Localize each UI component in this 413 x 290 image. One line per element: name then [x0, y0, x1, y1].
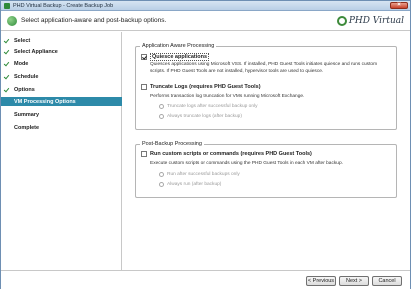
logo-mark-icon	[336, 16, 347, 26]
group-legend: Application Aware Processing	[140, 43, 217, 49]
checkbox-icon[interactable]	[141, 151, 147, 157]
checkmark-icon	[4, 49, 10, 55]
always-truncate-radio[interactable]: Always truncate logs (after backup)	[159, 114, 242, 119]
wizard-header: Select application-aware and post-backup…	[1, 12, 410, 31]
truncate-logs-checkbox[interactable]: Truncate Logs (requires PHD Guest Tools)	[141, 84, 261, 90]
post-backup-group: Post-Backup Processing Run custom script…	[135, 141, 397, 198]
radio-label: Truncate logs after successful backup on…	[167, 104, 258, 109]
close-button[interactable]: ×	[390, 2, 408, 9]
step-complete[interactable]: Complete	[1, 123, 122, 132]
checkmark-icon	[4, 74, 10, 80]
step-select-appliance[interactable]: Select Appliance	[1, 47, 122, 56]
radio-label: Always run (after backup)	[167, 182, 222, 187]
step-schedule[interactable]: Schedule	[1, 72, 122, 81]
radio-icon[interactable]	[159, 104, 164, 109]
truncate-after-success-radio[interactable]: Truncate logs after successful backup on…	[159, 104, 257, 109]
checkmark-icon	[4, 38, 10, 44]
checkbox-label: Run custom scripts or commands (requires…	[150, 151, 312, 157]
step-label: Select Appliance	[14, 48, 58, 55]
step-select[interactable]: Select	[1, 36, 122, 45]
quiesce-description: Quiesces applications using Microsoft VS…	[150, 62, 378, 74]
phd-virtual-logo: PHD Virtual	[336, 15, 404, 27]
step-label: Mode	[14, 60, 29, 67]
checkmark-icon	[4, 87, 10, 93]
step-label: Complete	[14, 124, 40, 131]
step-vm-processing-options[interactable]: VM Processing Options	[1, 97, 122, 106]
next-button[interactable]: Next >	[339, 276, 369, 286]
step-label: Summary	[14, 111, 40, 118]
wizard-window: PHD Virtual Backup - Create Backup Job ×…	[0, 0, 411, 289]
options-panel: Application Aware Processing Quiesce app…	[123, 32, 410, 270]
radio-icon[interactable]	[159, 114, 164, 119]
wizard-steps-sidebar: Select Select Appliance Mode Schedule Op…	[1, 32, 122, 270]
window-title: PHD Virtual Backup - Create Backup Job	[13, 3, 114, 9]
radio-label: Always truncate logs (after backup)	[167, 114, 242, 119]
header-icon	[7, 16, 17, 26]
radio-icon[interactable]	[159, 172, 164, 177]
step-label: Options	[14, 86, 35, 93]
checkbox-label: Quiesce applications	[150, 53, 210, 61]
logo-text: PHD Virtual	[348, 16, 404, 26]
step-options[interactable]: Options	[1, 85, 122, 94]
step-label: Schedule	[14, 73, 39, 80]
truncate-description: Performs transaction log truncation for …	[150, 94, 305, 99]
radio-label: Run after successful backups only	[167, 172, 240, 177]
cancel-button[interactable]: Cancel	[372, 276, 402, 286]
checkbox-label: Truncate Logs (requires PHD Guest Tools)	[150, 84, 261, 90]
app-icon	[4, 3, 10, 9]
previous-button[interactable]: < Previous	[306, 276, 336, 286]
run-custom-scripts-checkbox[interactable]: Run custom scripts or commands (requires…	[141, 151, 312, 157]
step-label: VM Processing Options	[14, 98, 76, 105]
quiesce-applications-checkbox[interactable]: Quiesce applications	[141, 53, 210, 61]
step-mode[interactable]: Mode	[1, 59, 122, 68]
radio-icon[interactable]	[159, 182, 164, 187]
run-after-success-radio[interactable]: Run after successful backups only	[159, 172, 240, 177]
step-summary[interactable]: Summary	[1, 110, 122, 119]
always-run-radio[interactable]: Always run (after backup)	[159, 182, 221, 187]
page-instruction: Select application-aware and post-backup…	[21, 17, 167, 24]
scripts-description: Execute custom scripts or commands using…	[150, 161, 343, 166]
checkbox-icon[interactable]	[141, 84, 147, 90]
step-label: Select	[14, 37, 31, 44]
checkmark-icon	[4, 61, 10, 67]
checkbox-checked-icon[interactable]	[141, 54, 147, 60]
title-bar: PHD Virtual Backup - Create Backup Job ×	[1, 1, 410, 11]
application-aware-group: Application Aware Processing Quiesce app…	[135, 43, 397, 130]
wizard-footer: < Previous Next > Cancel	[1, 270, 410, 289]
group-legend: Post-Backup Processing	[140, 141, 204, 147]
